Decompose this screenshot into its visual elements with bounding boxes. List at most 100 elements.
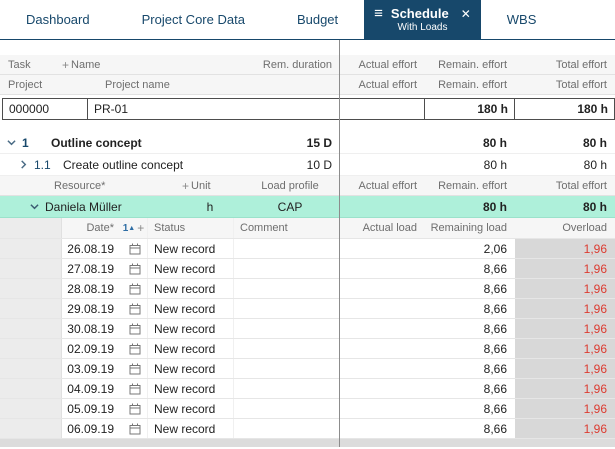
overload-cell: 1,96 (515, 419, 615, 438)
comment-cell[interactable] (234, 239, 340, 258)
actual-load-cell[interactable] (340, 419, 425, 438)
project-actual-effort-field[interactable] (339, 97, 425, 120)
calendar-icon[interactable] (122, 359, 148, 378)
status-cell: New record (148, 279, 234, 298)
load-row: 28.08.19 New record 8,66 1,96 (0, 279, 615, 299)
tab-dashboard[interactable]: Dashboard (0, 0, 116, 39)
date-cell[interactable]: 06.09.19 (62, 419, 122, 438)
col-project-name: Project name (105, 78, 170, 91)
calendar-icon[interactable] (122, 299, 148, 318)
status-cell: New record (148, 339, 234, 358)
date-cell[interactable]: 02.09.19 (62, 339, 122, 358)
col-actual-load: Actual load (362, 222, 417, 234)
actual-load-cell[interactable] (340, 259, 425, 278)
calendar-icon[interactable] (122, 399, 148, 418)
task-name-link[interactable]: Create outline concept (63, 158, 183, 172)
comment-cell[interactable] (234, 379, 340, 398)
tab-project-core-data[interactable]: Project Core Data (116, 0, 271, 39)
chevron-down-icon[interactable] (5, 138, 17, 147)
tab-schedule-subtitle: With Loads (397, 22, 448, 33)
add-resource-icon[interactable]: + (180, 179, 191, 193)
remaining-load-cell[interactable]: 8,66 (425, 259, 515, 278)
calendar-icon[interactable] (122, 259, 148, 278)
actual-load-cell[interactable] (340, 239, 425, 258)
indent (0, 359, 62, 378)
col-name-label: Name (71, 58, 101, 71)
chevron-down-icon[interactable] (28, 202, 40, 211)
task-name-link[interactable]: Outline concept (51, 136, 142, 150)
calendar-icon[interactable] (122, 419, 148, 438)
add-task-icon[interactable]: + (60, 58, 71, 72)
indent (0, 279, 62, 298)
actual-load-cell[interactable] (340, 339, 425, 358)
chevron-right-icon[interactable] (17, 160, 29, 169)
remaining-load-cell[interactable]: 2,06 (425, 239, 515, 258)
resource-name-link[interactable]: Daniela Müller (45, 200, 122, 214)
project-name-field[interactable]: PR-01 (87, 97, 340, 120)
resource-row[interactable]: Daniela Müller h CAP 80 h 80 h (0, 196, 615, 218)
actual-load-cell[interactable] (340, 279, 425, 298)
calendar-icon[interactable] (122, 279, 148, 298)
date-cell[interactable]: 05.09.19 (62, 399, 122, 418)
comment-cell[interactable] (234, 299, 340, 318)
tab-schedule[interactable]: ≡ Schedule ✕ With Loads (364, 0, 481, 39)
actual-load-cell[interactable] (340, 299, 425, 318)
actual-load-cell[interactable] (340, 399, 425, 418)
date-cell[interactable]: 28.08.19 (62, 279, 122, 298)
calendar-icon[interactable] (122, 239, 148, 258)
calendar-icon[interactable] (122, 319, 148, 338)
tab-budget-label: Budget (296, 12, 339, 27)
add-date-icon[interactable]: + (135, 221, 146, 235)
date-cell[interactable]: 03.09.19 (62, 359, 122, 378)
menu-icon[interactable]: ≡ (374, 6, 383, 21)
status-cell: New record (148, 299, 234, 318)
tab-wbs[interactable]: WBS (481, 0, 563, 39)
remaining-load-cell[interactable]: 8,66 (425, 339, 515, 358)
project-total-effort-field[interactable]: 180 h (514, 97, 615, 120)
comment-cell[interactable] (234, 339, 340, 358)
col-actual-effort: Actual effort (358, 78, 418, 91)
col-actual-effort: Actual effort (358, 58, 418, 71)
task-remain-effort: 80 h (482, 135, 507, 150)
calendar-icon[interactable] (122, 379, 148, 398)
project-id-field[interactable]: 000000 (2, 97, 88, 120)
status-cell: New record (148, 259, 234, 278)
date-cell[interactable]: 26.08.19 (62, 239, 122, 258)
actual-load-cell[interactable] (340, 379, 425, 398)
status-cell: New record (148, 399, 234, 418)
col-load-profile: Load profile (261, 179, 319, 192)
date-cell[interactable]: 27.08.19 (62, 259, 122, 278)
comment-cell[interactable] (234, 259, 340, 278)
calendar-icon[interactable] (122, 339, 148, 358)
tab-schedule-label: Schedule (390, 6, 449, 21)
comment-cell[interactable] (234, 319, 340, 338)
date-cell[interactable]: 04.09.19 (62, 379, 122, 398)
close-icon[interactable]: ✕ (461, 7, 471, 21)
project-remain-effort-field[interactable]: 180 h (424, 97, 515, 120)
col-remain-effort: Remain. effort (438, 179, 507, 192)
comment-cell[interactable] (234, 419, 340, 438)
date-cell[interactable]: 29.08.19 (62, 299, 122, 318)
remaining-load-cell[interactable]: 8,66 (425, 279, 515, 298)
remaining-load-cell[interactable]: 8,66 (425, 359, 515, 378)
actual-load-cell[interactable] (340, 359, 425, 378)
remaining-load-cell[interactable]: 8,66 (425, 379, 515, 398)
remaining-load-cell[interactable]: 8,66 (425, 319, 515, 338)
comment-cell[interactable] (234, 279, 340, 298)
remaining-load-cell[interactable]: 8,66 (425, 299, 515, 318)
actual-load-cell[interactable] (340, 319, 425, 338)
comment-cell[interactable] (234, 359, 340, 378)
date-cell[interactable]: 30.08.19 (62, 319, 122, 338)
tab-budget[interactable]: Budget (271, 0, 364, 39)
sort-asc-icon[interactable]: ▲ (128, 225, 135, 232)
overload-cell: 1,96 (515, 399, 615, 418)
indent (0, 239, 62, 258)
overload-cell: 1,96 (515, 279, 615, 298)
comment-cell[interactable] (234, 399, 340, 418)
col-overload: Overload (562, 222, 607, 234)
resource-unit: h (206, 199, 214, 214)
resource-load-profile: CAP (277, 199, 303, 214)
remaining-load-cell[interactable]: 8,66 (425, 419, 515, 438)
remaining-load-cell[interactable]: 8,66 (425, 399, 515, 418)
project-row: 000000 PR-01 180 h 180 h (0, 95, 615, 122)
